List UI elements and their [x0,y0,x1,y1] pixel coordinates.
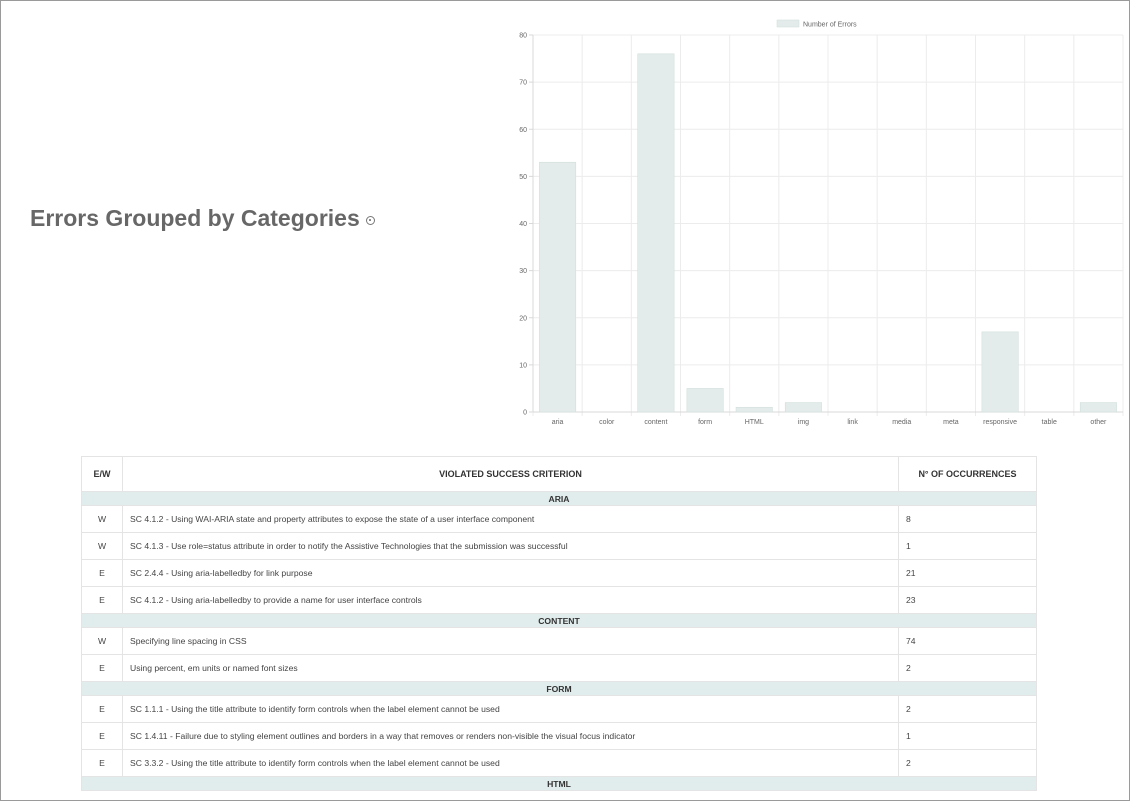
y-tick-label: 20 [519,315,527,322]
bar-img [784,402,822,413]
criterion-cell: Specifying line spacing in CSS [122,627,899,655]
x-tick-label: responsive [983,419,1017,426]
ew-cell: E [81,559,123,587]
group-label: HTML [81,776,1037,791]
ew-cell: E [81,722,123,750]
section-title: Errors Grouped by Categories [30,205,375,232]
y-tick-label: 0 [523,410,527,417]
group-row: FORM [81,681,1037,696]
y-tick-label: 80 [519,33,527,40]
header-occurrences: N° OF OCCURRENCES [898,456,1037,492]
header-ew: E/W [81,456,123,492]
y-tick-label: 40 [519,221,527,228]
table-row: W Specifying line spacing in CSS 74 [81,627,1037,655]
occurrences-cell: 74 [898,627,1037,655]
occurrences-cell: 8 [898,505,1037,533]
table-row: E SC 4.1.2 - Using aria-labelledby to pro… [81,586,1037,614]
criterion-cell: SC 3.3.2 - Using the title attribute to … [122,749,899,777]
y-tick-label: 60 [519,127,527,134]
errors-table: E/W VIOLATED SUCCESS CRITERION N° OF OCC… [81,456,1037,791]
criterion-cell: Using percent, em units or named font si… [122,654,899,682]
group-row: CONTENT [81,613,1037,628]
table-row: E Using percent, em units or named font s… [81,654,1037,682]
criterion-cell: SC 4.1.2 - Using WAI-ARIA state and prop… [122,505,899,533]
criterion-cell: SC 4.1.2 - Using aria-labelledby to prov… [122,586,899,614]
ew-cell: W [81,532,123,560]
table-row: W SC 4.1.3 - Use role=status attribute in… [81,532,1037,560]
bar-content [637,53,675,413]
ew-cell: W [81,627,123,655]
x-tick-label: table [1042,419,1057,426]
ew-cell: W [81,505,123,533]
occurrences-cell: 2 [898,749,1037,777]
table-row: E SC 3.3.2 - Using the title attribute to… [81,749,1037,777]
group-label: CONTENT [81,613,1037,628]
ew-cell: E [81,654,123,682]
x-tick-label: other [1090,419,1107,426]
bar-form [686,388,724,413]
occurrences-cell: 23 [898,586,1037,614]
bar-other [1079,402,1117,413]
x-tick-label: link [847,419,858,426]
group-label: ARIA [81,491,1037,506]
criterion-cell: SC 1.1.1 - Using the title attribute to … [122,695,899,723]
table-body: ARIA W SC 4.1.2 - Using WAI-ARIA state and… [81,491,1037,791]
ew-cell: E [81,749,123,777]
table-row: E SC 1.4.11 - Failure due to styling elem… [81,722,1037,750]
legend-label: Number of Errors [803,22,857,29]
ew-cell: E [81,695,123,723]
x-tick-label: img [798,419,809,426]
y-tick-label: 10 [519,362,527,369]
bar-aria [539,161,577,413]
errors-bar-chart: 0 10 20 30 40 50 60 70 80 aria color content form HTM… [519,19,1124,426]
x-tick-label: color [599,419,615,426]
legend-swatch [776,19,800,28]
occurrences-cell: 2 [898,695,1037,723]
header-criterion: VIOLATED SUCCESS CRITERION [122,456,899,492]
x-tick-label: media [892,419,911,426]
group-label: FORM [81,681,1037,696]
group-row: ARIA [81,491,1037,506]
x-tick-label: HTML [745,419,764,426]
info-icon[interactable] [365,216,375,225]
bar-responsive [981,331,1019,413]
y-tick-label: 30 [519,268,527,275]
section-title-text: Errors Grouped by Categories [30,205,360,231]
table-header-row: E/W VIOLATED SUCCESS CRITERION N° OF OCC… [81,456,1037,492]
occurrences-cell: 2 [898,654,1037,682]
table-row: E SC 1.1.1 - Using the title attribute to… [81,695,1037,723]
bar-html [735,406,773,413]
x-tick-label: meta [943,419,959,426]
x-tick-label: aria [552,419,564,426]
table-row: W SC 4.1.2 - Using WAI-ARIA state and pro… [81,505,1037,533]
ew-cell: E [81,586,123,614]
criterion-cell: SC 1.4.11 - Failure due to styling eleme… [122,722,899,750]
table-row: E SC 2.4.4 - Using aria-labelledby for li… [81,559,1037,587]
group-row: HTML [81,776,1037,791]
x-tick-label: form [698,419,712,426]
occurrences-cell: 1 [898,532,1037,560]
occurrences-cell: 21 [898,559,1037,587]
criterion-cell: SC 2.4.4 - Using aria-labelledby for lin… [122,559,899,587]
occurrences-cell: 1 [898,722,1037,750]
x-tick-label: content [644,419,667,426]
y-tick-label: 50 [519,174,527,181]
criterion-cell: SC 4.1.3 - Use role=status attribute in … [122,532,899,560]
errors-table-wrapper: E/W VIOLATED SUCCESS CRITERION N° OF OCC… [81,456,1037,791]
y-tick-label: 70 [519,80,527,87]
